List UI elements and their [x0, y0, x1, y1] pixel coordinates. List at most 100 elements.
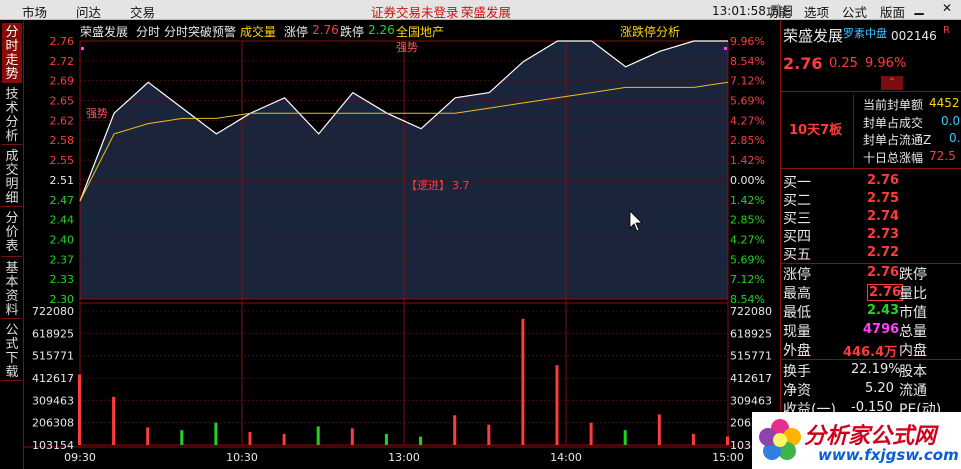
stat-value: 2.76	[867, 265, 900, 280]
menu-layout[interactable]: 版面	[880, 2, 905, 21]
percent-tick-label: 4.27%	[730, 114, 765, 127]
tab-intraday[interactable]: 分时走势	[2, 23, 22, 83]
limit-down-label: 跌停	[340, 25, 365, 39]
price-tick-label: 2.37	[50, 253, 75, 266]
menu-formula[interactable]: 公式	[842, 2, 867, 21]
alert-stock[interactable]: 荣盛发展	[461, 2, 511, 21]
price-tick-label: 2.51	[50, 174, 75, 187]
sector-name[interactable]: 全国地产	[396, 23, 444, 40]
streak-badge: 10天7板	[789, 123, 843, 138]
tab-price-table[interactable]: 分价表	[2, 209, 22, 257]
bid-price[interactable]: 2.74	[867, 209, 899, 224]
percent-tick-label: 5.69%	[730, 95, 765, 108]
volume-bar	[589, 422, 593, 445]
price-change-pct: 9.96%	[865, 56, 907, 71]
percent-tick-label: 9.96%	[730, 35, 765, 48]
stat-label: 净资	[783, 383, 811, 399]
time-tick-label: 09:30	[64, 451, 96, 464]
volume-bar	[350, 428, 354, 445]
quote-panel: 荣盛发展 罗素中盘 002146 R 2.76 0.25 9.96% ⌃ 10天…	[780, 21, 961, 469]
volume-bar	[521, 318, 525, 445]
menu-wenda[interactable]: 问达	[76, 2, 101, 21]
stat-value: 22.19%	[851, 362, 901, 377]
volume-bar	[214, 422, 218, 445]
price-tick-label: 2.33	[50, 273, 75, 286]
stat-value: 446.4万	[843, 345, 898, 360]
price-tick-label: 2.65	[50, 95, 75, 108]
volume-bar	[384, 433, 388, 445]
bid-price[interactable]: 2.72	[867, 245, 899, 260]
intraday-chart[interactable]: 2.76 9.96% 2.72 8.54% 2.69 7.12% 2.65 5.69% 2.62…	[24, 21, 780, 469]
price-tick-label: 2.72	[50, 55, 75, 68]
tab-fundamentals[interactable]: 基本资料	[2, 259, 22, 319]
limit-up-value: 2.76	[312, 23, 339, 37]
price-tick-label: 2.58	[50, 134, 75, 147]
percent-tick-label: 2.85%	[730, 214, 765, 227]
left-tab-bar: 分时走势 技术分析 成交明细 分价表 基本资料 公式下载	[0, 21, 24, 469]
stat-value: 2.76	[867, 284, 904, 301]
menu-function[interactable]: 功能	[766, 2, 791, 21]
percent-tick-label: 7.12%	[730, 273, 765, 286]
chart-canvas: 2.76 9.96% 2.72 8.54% 2.69 7.12% 2.65 5.69% 2.62…	[24, 35, 780, 464]
collapse-up-icon[interactable]: ⌃	[881, 76, 903, 90]
stat-label-2: 总量	[899, 324, 927, 340]
price-tick-label: 2.69	[50, 75, 75, 88]
percent-tick-label: 8.54%	[730, 55, 765, 68]
chart-mode-intraday[interactable]: 分时	[136, 23, 160, 40]
seal-value-4: 72.5	[929, 149, 956, 163]
divider	[853, 95, 854, 167]
volume-bar	[180, 430, 184, 445]
seal-value-1: 4452	[929, 96, 960, 110]
volume-tick-label-right: 618925	[730, 327, 772, 340]
menu-market[interactable]: 市场	[22, 2, 47, 21]
tab-technical[interactable]: 技术分析	[2, 85, 22, 145]
login-alert[interactable]: 证券交易未登录	[371, 2, 459, 21]
seal-label-3: 封单占流通Z	[863, 133, 932, 147]
volume-bar	[453, 415, 457, 445]
minimize-icon[interactable]: ▁	[912, 1, 926, 17]
stat-label: 最低	[783, 305, 811, 321]
r-badge: R	[943, 25, 950, 36]
stat-value: 5.20	[865, 381, 894, 396]
stat-label-2: 内盘	[899, 343, 927, 359]
bid-price[interactable]: 2.75	[867, 191, 899, 206]
limit-down-value: 2.26	[368, 23, 395, 37]
percent-tick-label: 5.69%	[730, 253, 765, 266]
volume-tick-label-right: 515771	[730, 350, 772, 363]
bid-label: 买三	[783, 211, 811, 227]
volume-tick-label: 206308	[32, 417, 74, 430]
stock-code: 002146	[891, 29, 937, 43]
time-tick-label: 15:00	[712, 451, 744, 464]
stat-label-2: 量比	[899, 286, 927, 302]
volume-bar	[691, 433, 695, 445]
top-menu-bar: 市场 问达 交易 证券交易未登录 荣盛发展 13:01:58 周日 功能 选项 …	[0, 0, 961, 20]
tab-formula-download[interactable]: 公式下载	[2, 321, 22, 381]
volume-label: 成交量	[240, 25, 277, 39]
volume-tick-label-right: 722080	[730, 305, 772, 318]
percent-tick-label: 4.27%	[730, 233, 765, 246]
chart-stock-name: 荣盛发展	[80, 25, 129, 39]
divider	[781, 359, 961, 360]
logo-url: www.fxjgsw.com	[818, 446, 959, 464]
limit-analysis-button[interactable]: 涨跌停分析	[620, 23, 680, 40]
last-price: 2.76	[783, 54, 823, 73]
bid-price[interactable]: 2.76	[867, 173, 899, 188]
menu-trade[interactable]: 交易	[130, 2, 155, 21]
menu-options[interactable]: 选项	[804, 2, 829, 21]
stat-label-2: 跌停	[899, 267, 927, 283]
volume-bar	[248, 432, 252, 445]
bid-price[interactable]: 2.73	[867, 227, 899, 242]
volume-tick-label: 515771	[32, 350, 74, 363]
tab-trades[interactable]: 成交明细	[2, 147, 22, 207]
stat-label: 现量	[783, 324, 811, 340]
quote-stock-name: 荣盛发展	[783, 27, 844, 45]
close-icon[interactable]: ✕	[940, 1, 954, 17]
volume-tick-label: 309463	[32, 394, 74, 407]
stat-label: 外盘	[783, 343, 811, 359]
bid-label: 买二	[783, 193, 811, 209]
chart-breakout-alert[interactable]: 分时突破预警	[164, 23, 236, 40]
stat-label: 涨停	[783, 267, 811, 283]
volume-bar	[316, 426, 320, 445]
index-tag[interactable]: 罗素中盘	[843, 25, 887, 41]
volume-bar	[657, 414, 661, 445]
